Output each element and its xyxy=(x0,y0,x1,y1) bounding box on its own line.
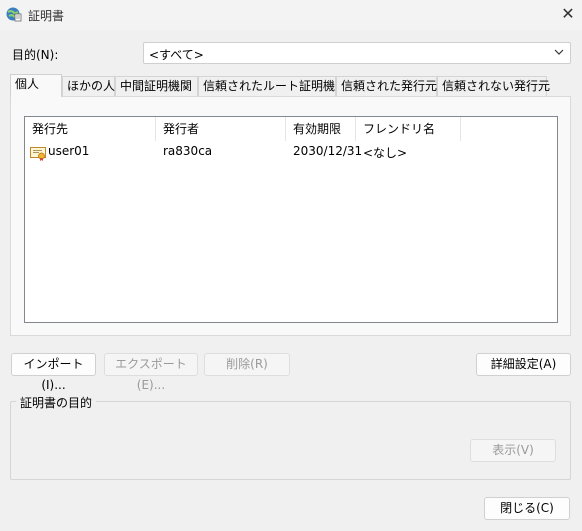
tab-label: 個人 xyxy=(15,77,40,91)
tab-untrusted-publishers[interactable]: 信頼されない発行元 xyxy=(437,76,551,96)
issued-to-cell: user01 xyxy=(48,144,90,158)
import-button[interactable]: インポート(I)... xyxy=(11,353,96,392)
title-bar: 証明書 ✕ xyxy=(0,0,582,30)
issued-by-cell: ra830ca xyxy=(163,144,213,158)
tab-trusted-root-ca[interactable]: 信頼されたルート証明機関 xyxy=(198,76,347,96)
tab-label: 信頼されたルート証明機関 xyxy=(203,79,348,93)
tab-other-people[interactable]: ほかの人 xyxy=(62,76,115,96)
certificate-icon xyxy=(30,147,46,161)
tab-label: 信頼されない発行元 xyxy=(442,79,551,93)
tab-intermediate-ca[interactable]: 中間証明機関 xyxy=(115,76,198,96)
tab-label: 中間証明機関 xyxy=(120,79,193,93)
window-title: 証明書 xyxy=(28,9,65,23)
purpose-label: 目的(N): xyxy=(12,48,59,62)
table-row[interactable]: user01 ra830ca 2030/12/31 <なし> xyxy=(25,143,557,163)
column-header-friendly-name[interactable]: フレンドリ名 xyxy=(356,117,461,141)
purpose-dropdown[interactable]: <すべて> xyxy=(143,42,571,64)
tab-label: ほかの人 xyxy=(67,79,116,93)
close-icon[interactable]: ✕ xyxy=(556,3,580,25)
purpose-selected-value: <すべて> xyxy=(149,48,204,62)
certificate-purposes-title: 証明書の目的 xyxy=(16,394,97,411)
tab-trusted-publishers[interactable]: 信頼された発行元 xyxy=(336,76,437,96)
friendly-name-cell: <なし> xyxy=(363,146,408,160)
tab-label: 信頼された発行元 xyxy=(341,79,438,93)
expiration-cell: 2030/12/31 xyxy=(293,144,363,158)
advanced-button[interactable]: 詳細設定(A) xyxy=(476,353,571,376)
certificate-globe-icon xyxy=(6,7,22,22)
column-header-issued-to[interactable]: 発行先 xyxy=(25,117,156,141)
remove-button[interactable]: 削除(R) xyxy=(204,353,290,376)
chevron-down-icon xyxy=(554,49,564,55)
certificate-list[interactable]: 発行先 発行者 有効期限 フレンドリ名 user01 ra830ca 2030/… xyxy=(24,116,558,323)
close-button[interactable]: 閉じる(C) xyxy=(484,497,570,520)
column-header-issued-by[interactable]: 発行者 xyxy=(156,117,286,141)
tab-personal[interactable]: 個人 xyxy=(10,74,62,97)
view-button[interactable]: 表示(V) xyxy=(470,439,556,462)
column-header-expiration[interactable]: 有効期限 xyxy=(286,117,356,141)
export-button[interactable]: エクスポート(E)... xyxy=(104,353,198,392)
